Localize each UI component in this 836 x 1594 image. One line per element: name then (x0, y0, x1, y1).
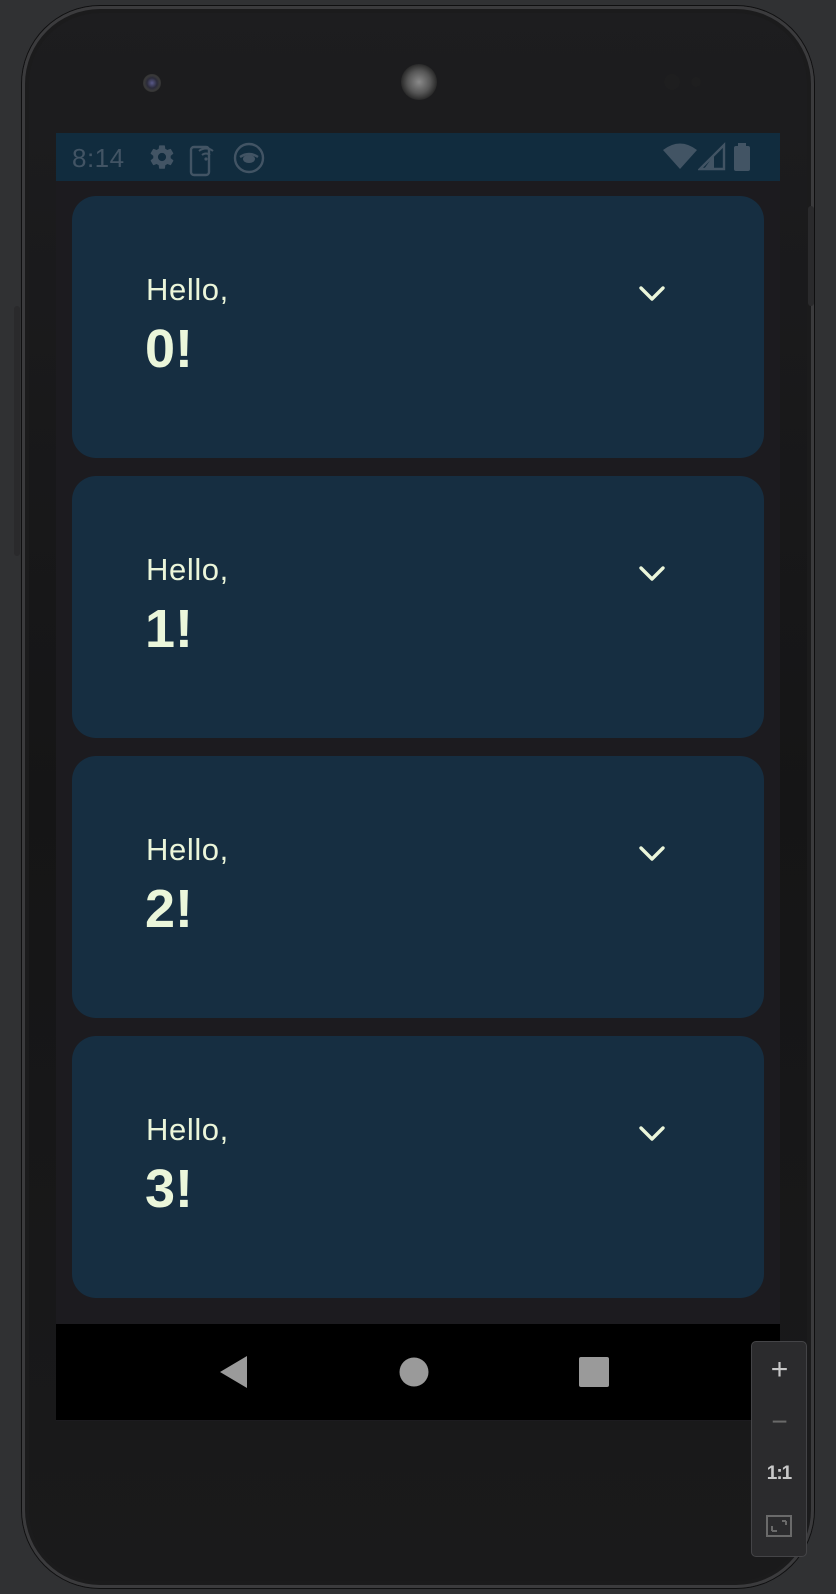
card-greeting: Hello, (146, 1112, 229, 1147)
card-greeting: Hello, (146, 552, 229, 587)
wifi-icon (662, 141, 698, 173)
greeting-list[interactable]: Hello, 0! Hello, 1! Hello, 2! Hello, 3! (56, 181, 780, 1311)
zoom-in-label: + (770, 1353, 789, 1386)
settings-icon (148, 141, 176, 173)
actual-size-label: 1:1 (766, 1463, 792, 1484)
status-time: 8:14 (72, 143, 125, 173)
zoom-controls: + − 1:1 (751, 1341, 807, 1557)
recents-icon[interactable] (570, 1348, 618, 1396)
card-name: 3! (145, 1159, 194, 1219)
volume-button[interactable] (14, 306, 20, 556)
fit-screen-icon[interactable] (752, 1500, 806, 1552)
cell-signal-icon (697, 141, 726, 173)
status-bar: 8:14 (56, 133, 780, 181)
light-sensor (691, 77, 701, 87)
card-greeting: Hello, (146, 272, 229, 307)
chevron-down-icon[interactable] (628, 830, 676, 878)
greeting-card[interactable]: Hello, 2! (72, 756, 764, 1018)
greeting-card[interactable]: Hello, 0! (72, 196, 764, 458)
card-name: 1! (145, 599, 194, 659)
zoom-out-button[interactable]: − (752, 1396, 806, 1448)
front-camera (143, 74, 161, 92)
chevron-down-icon[interactable] (628, 270, 676, 318)
earpiece-speaker (401, 64, 437, 100)
chevron-down-icon[interactable] (628, 1110, 676, 1158)
battery-icon (732, 141, 752, 173)
navigation-bar (56, 1324, 780, 1420)
greeting-card[interactable]: Hello, 3! (72, 1036, 764, 1298)
chevron-down-icon[interactable] (628, 550, 676, 598)
card-greeting: Hello, (146, 832, 229, 867)
home-icon[interactable] (390, 1348, 438, 1396)
back-icon[interactable] (210, 1348, 258, 1396)
greeting-card[interactable]: Hello, 1! (72, 476, 764, 738)
actual-size-button[interactable]: 1:1 (752, 1448, 806, 1500)
zoom-out-label: − (771, 1406, 787, 1437)
card-name: 2! (145, 879, 194, 939)
zoom-in-button[interactable]: + (752, 1344, 806, 1396)
emulator-window: 8:14 Hello, 0! Hello, 1! Hello, 2! Hello… (0, 0, 836, 1594)
power-button[interactable] (808, 206, 814, 306)
card-name: 0! (145, 319, 194, 379)
device-screen: 8:14 Hello, 0! Hello, 1! Hello, 2! Hello… (56, 133, 780, 1421)
proximity-sensor (664, 74, 680, 90)
phone-signal-icon (188, 141, 222, 177)
cast-icon (232, 141, 266, 174)
